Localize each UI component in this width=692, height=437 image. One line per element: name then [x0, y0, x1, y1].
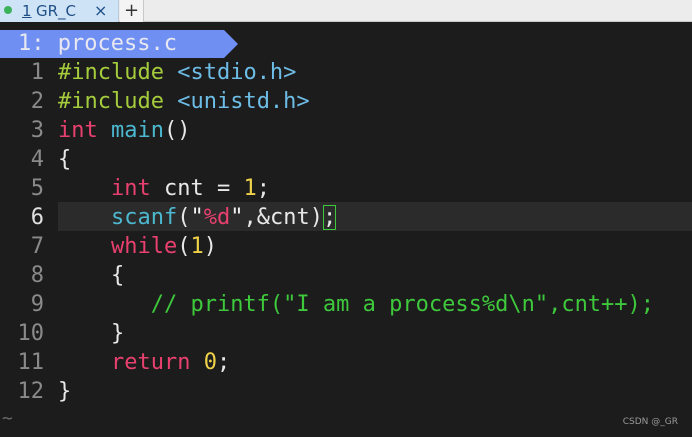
new-tab-button[interactable]: +: [120, 0, 144, 22]
token-str: ": [190, 205, 204, 230]
token-kw: int: [110, 176, 151, 201]
token-hdr: <unistd.h>: [177, 89, 310, 114]
line-code: {: [58, 261, 124, 290]
token-pl: ,&cnt): [243, 205, 323, 230]
token-num: 0: [203, 350, 217, 375]
token-pl: }: [58, 379, 72, 404]
code-line[interactable]: 12}: [0, 377, 692, 406]
line-code: int cnt = 1;: [58, 174, 270, 203]
line-number: 6: [30, 205, 44, 230]
line-number: 7: [30, 234, 44, 259]
watermark: CSDN @_GR: [622, 417, 678, 427]
token-pl: ;: [216, 350, 231, 375]
token-pl: ): [203, 234, 217, 259]
code-line[interactable]: 6 scanf("%d",&cnt);: [0, 203, 692, 232]
token-pl: (: [177, 205, 191, 230]
line-code: }: [58, 319, 124, 348]
code-line[interactable]: 7 while(1): [0, 232, 692, 261]
line-number: 11: [17, 350, 45, 375]
token-str: ": [230, 205, 244, 230]
vim-editor[interactable]: 1: process.c 1 #include <stdio.h> 2 #includ…: [0, 22, 692, 437]
token-pl: }: [58, 321, 125, 346]
token-pp: #include: [58, 89, 178, 114]
token-cmt: // printf("I am a process%d\n",cnt++);: [150, 292, 655, 317]
line-number: 8: [30, 263, 44, 288]
code-line[interactable]: 1 #include <stdio.h>: [0, 58, 692, 87]
token-num: 1: [190, 234, 204, 259]
line-number: 10: [17, 321, 45, 346]
token-pl: {: [58, 263, 125, 288]
token-fn: main: [111, 118, 164, 143]
code-line[interactable]: 9 // printf("I am a process%d\n",cnt++);: [0, 290, 692, 319]
line-code: int main(): [58, 116, 190, 145]
token-pp: #include: [58, 60, 178, 85]
line-number: 3: [30, 118, 44, 143]
code-line[interactable]: 2 #include <unistd.h>: [0, 87, 692, 116]
code-line[interactable]: 11 return 0;: [0, 348, 692, 377]
line-code: #include <stdio.h>: [58, 58, 296, 87]
token-num: 1: [243, 176, 257, 201]
token-fn: scanf: [110, 205, 178, 230]
close-icon[interactable]: ×: [94, 0, 107, 22]
line-number: 12: [17, 379, 45, 404]
token-pl: (: [177, 234, 191, 259]
token-kw: while: [110, 234, 178, 259]
line-number: 1: [30, 60, 44, 85]
code-line[interactable]: 10 }: [0, 319, 692, 348]
tab-bar: 1 GR_C × +: [0, 0, 692, 22]
empty-line-marker: ~: [2, 408, 13, 429]
text-cursor: ;: [322, 205, 337, 230]
line-code: #include <unistd.h>: [58, 87, 310, 116]
line-code: }: [58, 377, 71, 406]
token-pl: cnt =: [150, 176, 244, 201]
buffer-tabline[interactable]: 1: process.c: [0, 30, 240, 58]
tab-number: 1: [22, 2, 32, 20]
buffer-label: 1: process.c: [18, 31, 177, 56]
line-number: 2: [30, 89, 44, 114]
line-code: return 0;: [58, 348, 230, 377]
token-pl: (): [163, 118, 191, 143]
line-code: scanf("%d",&cnt);: [58, 203, 337, 232]
token-kw: return: [110, 350, 191, 375]
token-pl: ;: [256, 176, 270, 201]
line-number: 9: [30, 292, 44, 317]
tab-title: GR_C: [36, 2, 77, 20]
code-line[interactable]: 4{: [0, 145, 692, 174]
code-line[interactable]: 5 int cnt = 1;: [0, 174, 692, 203]
token-fmt: %d: [203, 205, 231, 230]
token-kw: int: [58, 118, 98, 143]
token-hdr: <stdio.h>: [177, 60, 297, 85]
code-line[interactable]: 3 int main(): [0, 116, 692, 145]
line-code: while(1): [58, 232, 217, 261]
code-line[interactable]: 8 {: [0, 261, 692, 290]
line-code: {: [58, 145, 71, 174]
tab-gr-c[interactable]: 1 GR_C ×: [0, 0, 119, 22]
session-status-icon: [4, 6, 12, 14]
line-number: 4: [30, 147, 44, 172]
line-number: 5: [30, 176, 44, 201]
line-code: // printf("I am a process%d\n",cnt++);: [58, 290, 654, 319]
token-pl: {: [58, 147, 72, 172]
